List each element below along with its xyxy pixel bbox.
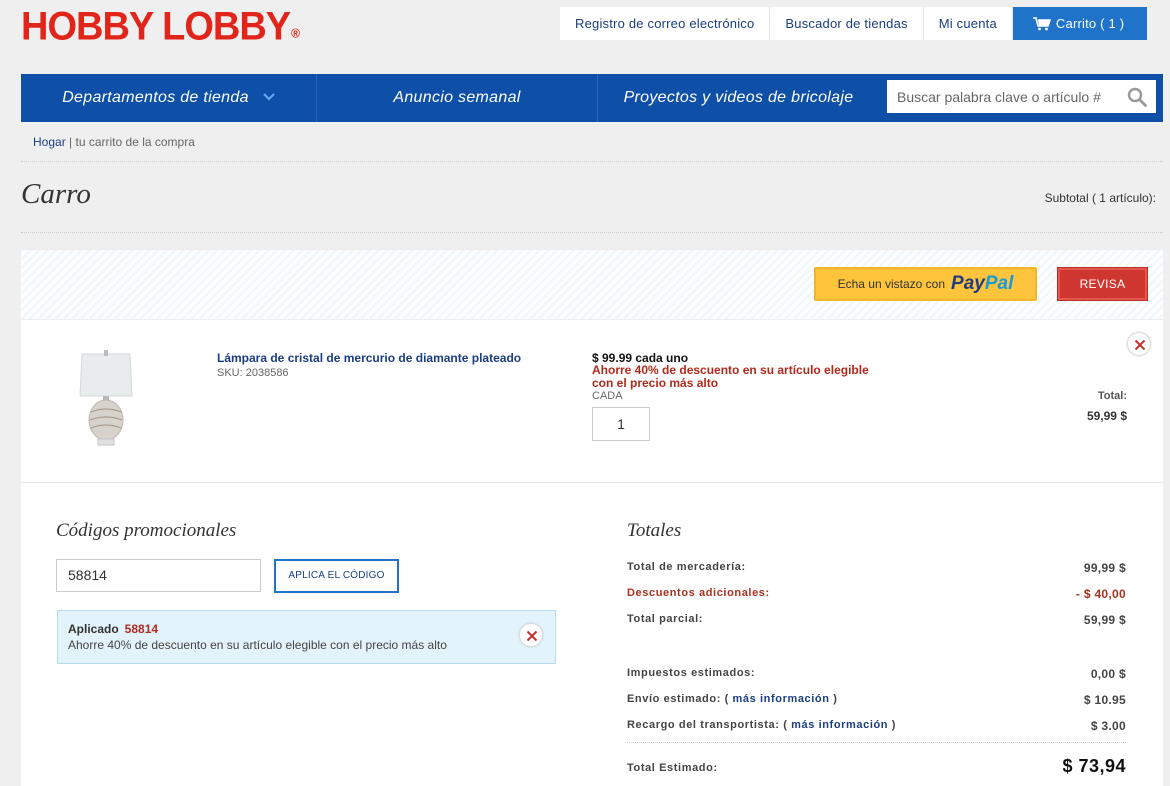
breadcrumb-current: tu carrito de la compra [75, 135, 195, 149]
tax-label: Impuestos estimados: [627, 667, 756, 679]
applied-promo-code: 58814 [124, 622, 159, 636]
apply-code-button[interactable]: APLICA EL CÓDIGO [274, 559, 399, 593]
product-sku: SKU: 2038586 [217, 367, 289, 379]
close-icon [1134, 339, 1146, 351]
paypal-prefix: Echa un vistazo con [837, 277, 946, 291]
item-total-value: 59,99 $ [1086, 409, 1127, 423]
carrier-more-info-link[interactable]: más información [791, 719, 888, 731]
estimated-total-label: Total Estimado: [627, 762, 718, 774]
tax-row: Impuestos estimados: 0,00 $ [627, 667, 1126, 681]
review-button[interactable]: REVISA [1057, 267, 1148, 301]
lamp-product-image[interactable] [76, 350, 136, 450]
subtotal-label: Subtotal ( 1 artículo): [1044, 191, 1156, 205]
shipping-value: $ 10.95 [1083, 693, 1126, 707]
carrier-surcharge-label: Recargo del transportista: [627, 719, 780, 731]
open-paren: ( [783, 719, 788, 731]
breadcrumb-home[interactable]: Hogar [33, 135, 66, 149]
applied-promo-box: Aplicado 58814 Ahorre 40% de descuento en… [57, 610, 556, 664]
paypal-logo-pay: Pay [951, 273, 985, 294]
cart-panel: Echa un vistazo con Pay Pal REVISA Lámpar… [21, 250, 1163, 786]
remove-item-button[interactable] [1127, 332, 1151, 356]
cart-button[interactable]: Carrito ( 1 ) [1012, 7, 1147, 40]
discounts-row: Descuentos adicionales: - $ 40,00 [627, 587, 1126, 601]
discounts-value: - $ 40,00 [1075, 587, 1126, 601]
unit-label: CADA [592, 390, 623, 402]
merchandise-total-value: 99,99 $ [1083, 561, 1126, 575]
item-promo-message: Ahorre 40% de descuento en su artículo e… [592, 363, 869, 390]
store-finder-link[interactable]: Buscador de tiendas [770, 7, 924, 40]
partial-total-value: 59,99 $ [1083, 613, 1126, 627]
merchandise-total-row: Total de mercadería: 99,99 $ [627, 561, 1126, 575]
checkout-action-bar: Echa un vistazo con Pay Pal REVISA [21, 250, 1163, 320]
top-links: Registro de correo electrónico Buscador … [560, 7, 1147, 40]
paypal-logo-pal: Pal [984, 273, 1014, 294]
shipping-label: Envío estimado: [627, 693, 721, 705]
product-name-link[interactable]: Lámpara de cristal de mercurio de diaman… [217, 351, 521, 365]
main-nav: Departamentos de tienda Anuncio semanal … [21, 74, 1163, 122]
hobby-lobby-logo[interactable]: HOBBY LOBBY® [21, 4, 300, 50]
page-title: Carro [21, 178, 91, 210]
email-signup-link[interactable]: Registro de correo electrónico [560, 7, 771, 40]
nav-weekly-ad[interactable]: Anuncio semanal [317, 74, 598, 122]
totals-title: Totales [627, 520, 682, 541]
discounts-label: Descuentos adicionales: [627, 587, 770, 599]
cart-item-row: Lámpara de cristal de mercurio de diaman… [21, 320, 1163, 483]
cart-icon [1032, 16, 1051, 30]
close-icon [526, 630, 538, 642]
item-total-label: Total: [1097, 390, 1127, 402]
close-paren: ) [833, 693, 838, 705]
applied-text: Aplicado [68, 622, 119, 636]
chevron-down-icon [263, 92, 275, 101]
registered-mark: ® [291, 25, 300, 41]
logo-text: HOBBY LOBBY [21, 4, 291, 50]
tax-value: 0,00 $ [1090, 667, 1126, 681]
close-paren: ) [891, 719, 897, 731]
remove-promo-button[interactable] [519, 623, 543, 647]
partial-total-label: Total parcial: [627, 613, 704, 625]
my-account-link[interactable]: Mi cuenta [923, 7, 1013, 40]
search-box [887, 80, 1156, 113]
shipping-more-info-link[interactable]: más información [733, 693, 830, 705]
partial-total-row: Total parcial: 59,99 $ [627, 613, 1126, 627]
nav-diy-projects[interactable]: Proyectos y videos de bricolaje [598, 74, 879, 122]
quantity-input[interactable]: 1 [592, 407, 650, 441]
nav-departments[interactable]: Departamentos de tienda [21, 74, 317, 122]
open-paren: ( [724, 693, 729, 705]
divider [627, 742, 1126, 743]
divider [21, 232, 1163, 233]
estimated-total-value: $ 73,94 [1062, 756, 1126, 776]
cart-label: Carrito ( 1 ) [1055, 16, 1125, 31]
carrier-surcharge-value: $ 3.00 [1090, 719, 1126, 733]
promo-code-input[interactable]: 58814 [56, 559, 261, 592]
applied-promo-label: Aplicado 58814 [68, 622, 158, 636]
merchandise-total-label: Total de mercadería: [627, 561, 746, 573]
carrier-surcharge-row: Recargo del transportista: ( más informa… [627, 719, 1126, 733]
breadcrumb: Hogar | tu carrito de la compra [33, 135, 195, 149]
estimated-total-row: Total Estimado: $ 73,94 [627, 756, 1126, 776]
applied-promo-description: Ahorre 40% de descuento en su artículo e… [68, 638, 447, 652]
search-input[interactable] [887, 88, 1117, 105]
promo-codes-title: Códigos promocionales [56, 520, 237, 541]
divider [21, 161, 1163, 162]
paypal-checkout-button[interactable]: Echa un vistazo con Pay Pal [814, 267, 1037, 301]
nav-departments-label: Departamentos de tienda [62, 89, 249, 106]
breadcrumb-separator: | [69, 135, 73, 149]
shipping-row: Envío estimado: ( más información ) $ 10.… [627, 693, 1126, 707]
search-icon[interactable] [1127, 87, 1147, 107]
